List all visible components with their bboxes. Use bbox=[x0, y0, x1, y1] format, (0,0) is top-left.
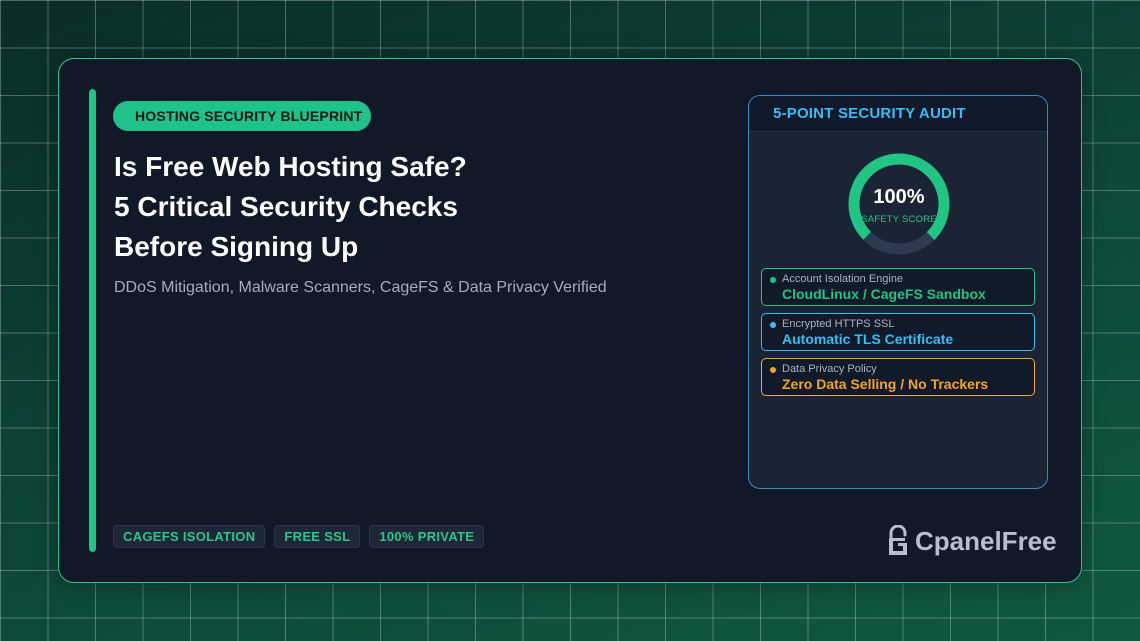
title-line-1: Is Free Web Hosting Safe? bbox=[114, 151, 467, 182]
check-label: Encrypted HTTPS SSL bbox=[782, 318, 895, 330]
check-label: Data Privacy Policy bbox=[782, 363, 877, 375]
check-label: Account Isolation Engine bbox=[782, 273, 904, 285]
check-value: CloudLinux / CageFS Sandbox bbox=[782, 286, 986, 302]
status-dot bbox=[770, 322, 776, 328]
padlock-logo-icon bbox=[887, 525, 909, 557]
security-audit-panel: 5-POINT SECURITY AUDIT 100% SAFETY SCORE… bbox=[748, 95, 1048, 489]
check-value: Automatic TLS Certificate bbox=[782, 331, 954, 347]
tag-private: 100% PRIVATE bbox=[369, 525, 485, 548]
score-label: SAFETY SCORE bbox=[861, 214, 937, 225]
safety-score-gauge: 100% SAFETY SCORE bbox=[843, 148, 955, 260]
hero-card: HOSTING SECURITY BLUEPRINT Is Free Web H… bbox=[58, 58, 1082, 583]
check-account-isolation: Account Isolation Engine CloudLinux / Ca… bbox=[761, 268, 1035, 306]
brand-logo[interactable]: CpanelFree bbox=[887, 525, 1057, 557]
page-title: Is Free Web Hosting Safe? 5 Critical Sec… bbox=[114, 147, 674, 267]
category-badge: HOSTING SECURITY BLUEPRINT bbox=[113, 101, 372, 131]
accent-bar bbox=[89, 89, 96, 552]
feature-tags: CAGEFS ISOLATION FREE SSL 100% PRIVATE bbox=[113, 525, 485, 548]
title-line-3: Before Signing Up bbox=[114, 231, 359, 262]
tag-cagefs-isolation: CAGEFS ISOLATION bbox=[113, 525, 266, 548]
audit-panel-title: 5-POINT SECURITY AUDIT bbox=[749, 96, 1047, 132]
check-value: Zero Data Selling / No Trackers bbox=[782, 376, 989, 392]
check-data-privacy: Data Privacy Policy Zero Data Selling / … bbox=[761, 358, 1035, 396]
subtitle: DDoS Mitigation, Malware Scanners, CageF… bbox=[114, 279, 607, 296]
status-dot bbox=[770, 367, 776, 373]
brand-name: CpanelFree bbox=[915, 525, 1057, 556]
check-https-ssl: Encrypted HTTPS SSL Automatic TLS Certif… bbox=[761, 313, 1035, 351]
status-dot bbox=[770, 277, 776, 283]
score-value: 100% bbox=[873, 186, 925, 208]
title-line-2: 5 Critical Security Checks bbox=[114, 191, 458, 222]
tag-free-ssl: FREE SSL bbox=[274, 525, 361, 548]
